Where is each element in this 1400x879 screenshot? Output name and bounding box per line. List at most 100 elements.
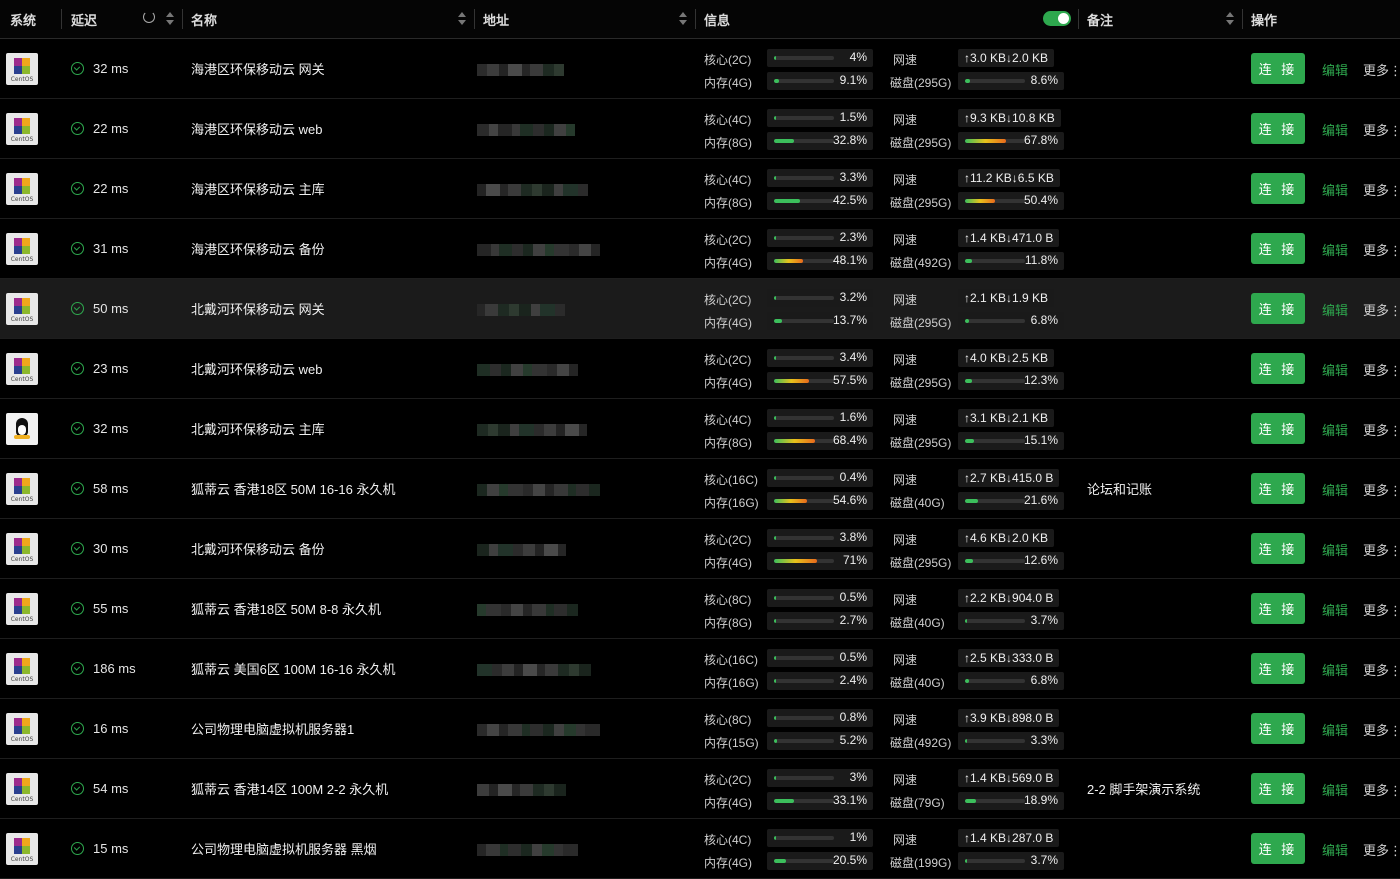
server-name: 海港区环保移动云 网关 <box>191 62 325 77</box>
memory-meter: 57.5% <box>767 372 873 390</box>
connect-button[interactable]: 连 接 <box>1251 533 1305 564</box>
connect-button[interactable]: 连 接 <box>1251 233 1305 264</box>
memory-label: 内存(15G) <box>704 736 759 750</box>
memory-meter-value: 57.5% <box>832 373 867 387</box>
table-row[interactable]: CentOS 22 ms 海港区环保移动云 主库 核心(4C) 内存(8G) 3.3% 42… <box>0 159 1400 219</box>
memory-meter-value: 32.8% <box>832 133 867 147</box>
refresh-icon[interactable] <box>143 11 155 23</box>
edit-link[interactable]: 编辑 <box>1322 360 1348 379</box>
core-label: 核心(8C) <box>704 713 752 727</box>
connect-button[interactable]: 连 接 <box>1251 353 1305 384</box>
more-menu[interactable]: 更多⋮ <box>1363 300 1400 319</box>
more-menu[interactable]: 更多⋮ <box>1363 780 1400 799</box>
connect-button[interactable]: 连 接 <box>1251 53 1305 84</box>
edit-link[interactable]: 编辑 <box>1322 420 1348 439</box>
cpu-meter: 3.2% <box>767 289 873 307</box>
memory-meter: 54.6% <box>767 492 873 510</box>
net-label: 网速 <box>893 833 918 847</box>
cpu-meter-value: 3.4% <box>839 350 867 364</box>
more-menu[interactable]: 更多⋮ <box>1363 720 1400 739</box>
connect-button[interactable]: 连 接 <box>1251 413 1305 444</box>
ping-ok-icon <box>71 422 84 435</box>
net-speed: ↑4.0 KB↓2.5 KB <box>958 349 1055 367</box>
disk-meter: 8.6% <box>958 72 1064 90</box>
info-toggle[interactable] <box>1043 11 1071 26</box>
table-row[interactable]: CentOS 31 ms 海港区环保移动云 备份 核心(2C) 内存(4G) 2.3% 48… <box>0 219 1400 279</box>
more-menu[interactable]: 更多⋮ <box>1363 360 1400 379</box>
edit-link[interactable]: 编辑 <box>1322 780 1348 799</box>
table-row[interactable]: CentOS 55 ms 狐蒂云 香港18区 50M 8-8 永久机 核心(8C) 内存… <box>0 579 1400 639</box>
connect-button[interactable]: 连 接 <box>1251 293 1305 324</box>
sort-note-icon[interactable] <box>1226 10 1234 28</box>
table-row[interactable]: CentOS 54 ms 狐蒂云 香港14区 100M 2-2 永久机 核心(2C) 内… <box>0 759 1400 819</box>
memory-label: 内存(8G) <box>704 196 753 210</box>
cpu-meter: 3.4% <box>767 349 873 367</box>
more-menu[interactable]: 更多⋮ <box>1363 420 1400 439</box>
cpu-meter-value: 4% <box>849 50 867 64</box>
edit-link[interactable]: 编辑 <box>1322 540 1348 559</box>
latency-cell: 22 ms <box>71 159 128 218</box>
more-menu[interactable]: 更多⋮ <box>1363 180 1400 199</box>
edit-link[interactable]: 编辑 <box>1322 840 1348 859</box>
memory-meter: 33.1% <box>767 792 873 810</box>
edit-link[interactable]: 编辑 <box>1322 240 1348 259</box>
more-menu[interactable]: 更多⋮ <box>1363 660 1400 679</box>
net-label: 网速 <box>893 293 918 307</box>
sort-name-icon[interactable] <box>458 10 466 28</box>
edit-link[interactable]: 编辑 <box>1322 180 1348 199</box>
table-row[interactable]: CentOS 50 ms 北戴河环保移动云 网关 核心(2C) 内存(4G) 3.2% 13… <box>0 279 1400 339</box>
cpu-meter-value: 1.6% <box>839 410 867 424</box>
more-label: 更多 <box>1363 483 1390 498</box>
col-note[interactable]: 备注 <box>1087 0 1113 38</box>
latency-value: 186 ms <box>93 661 136 676</box>
more-menu[interactable]: 更多⋮ <box>1363 60 1400 79</box>
disk-meter: 3.3% <box>958 732 1064 750</box>
core-label: 核心(2C) <box>704 233 752 247</box>
table-row[interactable]: CentOS 30 ms 北戴河环保移动云 备份 核心(2C) 内存(4G) 3.8% 71… <box>0 519 1400 579</box>
more-menu[interactable]: 更多⋮ <box>1363 840 1400 859</box>
more-menu[interactable]: 更多⋮ <box>1363 480 1400 499</box>
sort-latency-icon[interactable] <box>166 10 174 28</box>
edit-link[interactable]: 编辑 <box>1322 60 1348 79</box>
memory-meter: 9.1% <box>767 72 873 90</box>
edit-link[interactable]: 编辑 <box>1322 660 1348 679</box>
table-row[interactable]: CentOS 15 ms 公司物理电脑虚拟机服务器 黑烟 核心(4C) 内存(4G) 1%… <box>0 819 1400 879</box>
memory-meter: 32.8% <box>767 132 873 150</box>
disk-meter-value: 3.7% <box>1030 613 1058 627</box>
col-address[interactable]: 地址 <box>483 0 509 38</box>
latency-value: 58 ms <box>93 481 129 496</box>
col-latency[interactable]: 延迟 <box>71 0 97 38</box>
connect-button[interactable]: 连 接 <box>1251 593 1305 624</box>
more-menu[interactable]: 更多⋮ <box>1363 600 1400 619</box>
edit-link[interactable]: 编辑 <box>1322 300 1348 319</box>
table-row[interactable]: CentOS 32 ms 海港区环保移动云 网关 核心(2C) 内存(4G) 4% 9.1%… <box>0 39 1400 99</box>
connect-button[interactable]: 连 接 <box>1251 473 1305 504</box>
more-menu[interactable]: 更多⋮ <box>1363 540 1400 559</box>
sort-address-icon[interactable] <box>679 10 687 28</box>
core-label: 核心(4C) <box>704 173 752 187</box>
connect-button[interactable]: 连 接 <box>1251 773 1305 804</box>
memory-label: 内存(4G) <box>704 556 753 570</box>
disk-label: 磁盘(492G) <box>890 256 952 270</box>
connect-button[interactable]: 连 接 <box>1251 833 1305 864</box>
edit-link[interactable]: 编辑 <box>1322 480 1348 499</box>
connect-button[interactable]: 连 接 <box>1251 713 1305 744</box>
connect-button[interactable]: 连 接 <box>1251 113 1305 144</box>
more-menu[interactable]: 更多⋮ <box>1363 240 1400 259</box>
edit-link[interactable]: 编辑 <box>1322 600 1348 619</box>
table-row[interactable]: CentOS 58 ms 狐蒂云 香港18区 50M 16-16 永久机 核心(16C… <box>0 459 1400 519</box>
table-row[interactable]: CentOS 22 ms 海港区环保移动云 web 核心(4C) 内存(8G) 1.5% 3… <box>0 99 1400 159</box>
edit-link[interactable]: 编辑 <box>1322 720 1348 739</box>
more-menu[interactable]: 更多⋮ <box>1363 120 1400 139</box>
address-redacted <box>477 64 564 76</box>
edit-link[interactable]: 编辑 <box>1322 120 1348 139</box>
memory-meter-value: 54.6% <box>832 493 867 507</box>
connect-button[interactable]: 连 接 <box>1251 653 1305 684</box>
table-row[interactable]: CentOS 16 ms 公司物理电脑虚拟机服务器1 核心(8C) 内存(15G) 0.8… <box>0 699 1400 759</box>
note-text: 2-2 脚手架演示系统 <box>1087 782 1201 797</box>
col-name[interactable]: 名称 <box>191 0 217 38</box>
table-row[interactable]: 32 ms 北戴河环保移动云 主库 核心(4C) 内存(8G) 1.6% 68.4% 网速 ↑… <box>0 399 1400 459</box>
table-row[interactable]: CentOS 23 ms 北戴河环保移动云 web 核心(2C) 内存(4G) 3.4% 5… <box>0 339 1400 399</box>
connect-button[interactable]: 连 接 <box>1251 173 1305 204</box>
table-row[interactable]: CentOS 186 ms 狐蒂云 美国6区 100M 16-16 永久机 核心(16… <box>0 639 1400 699</box>
